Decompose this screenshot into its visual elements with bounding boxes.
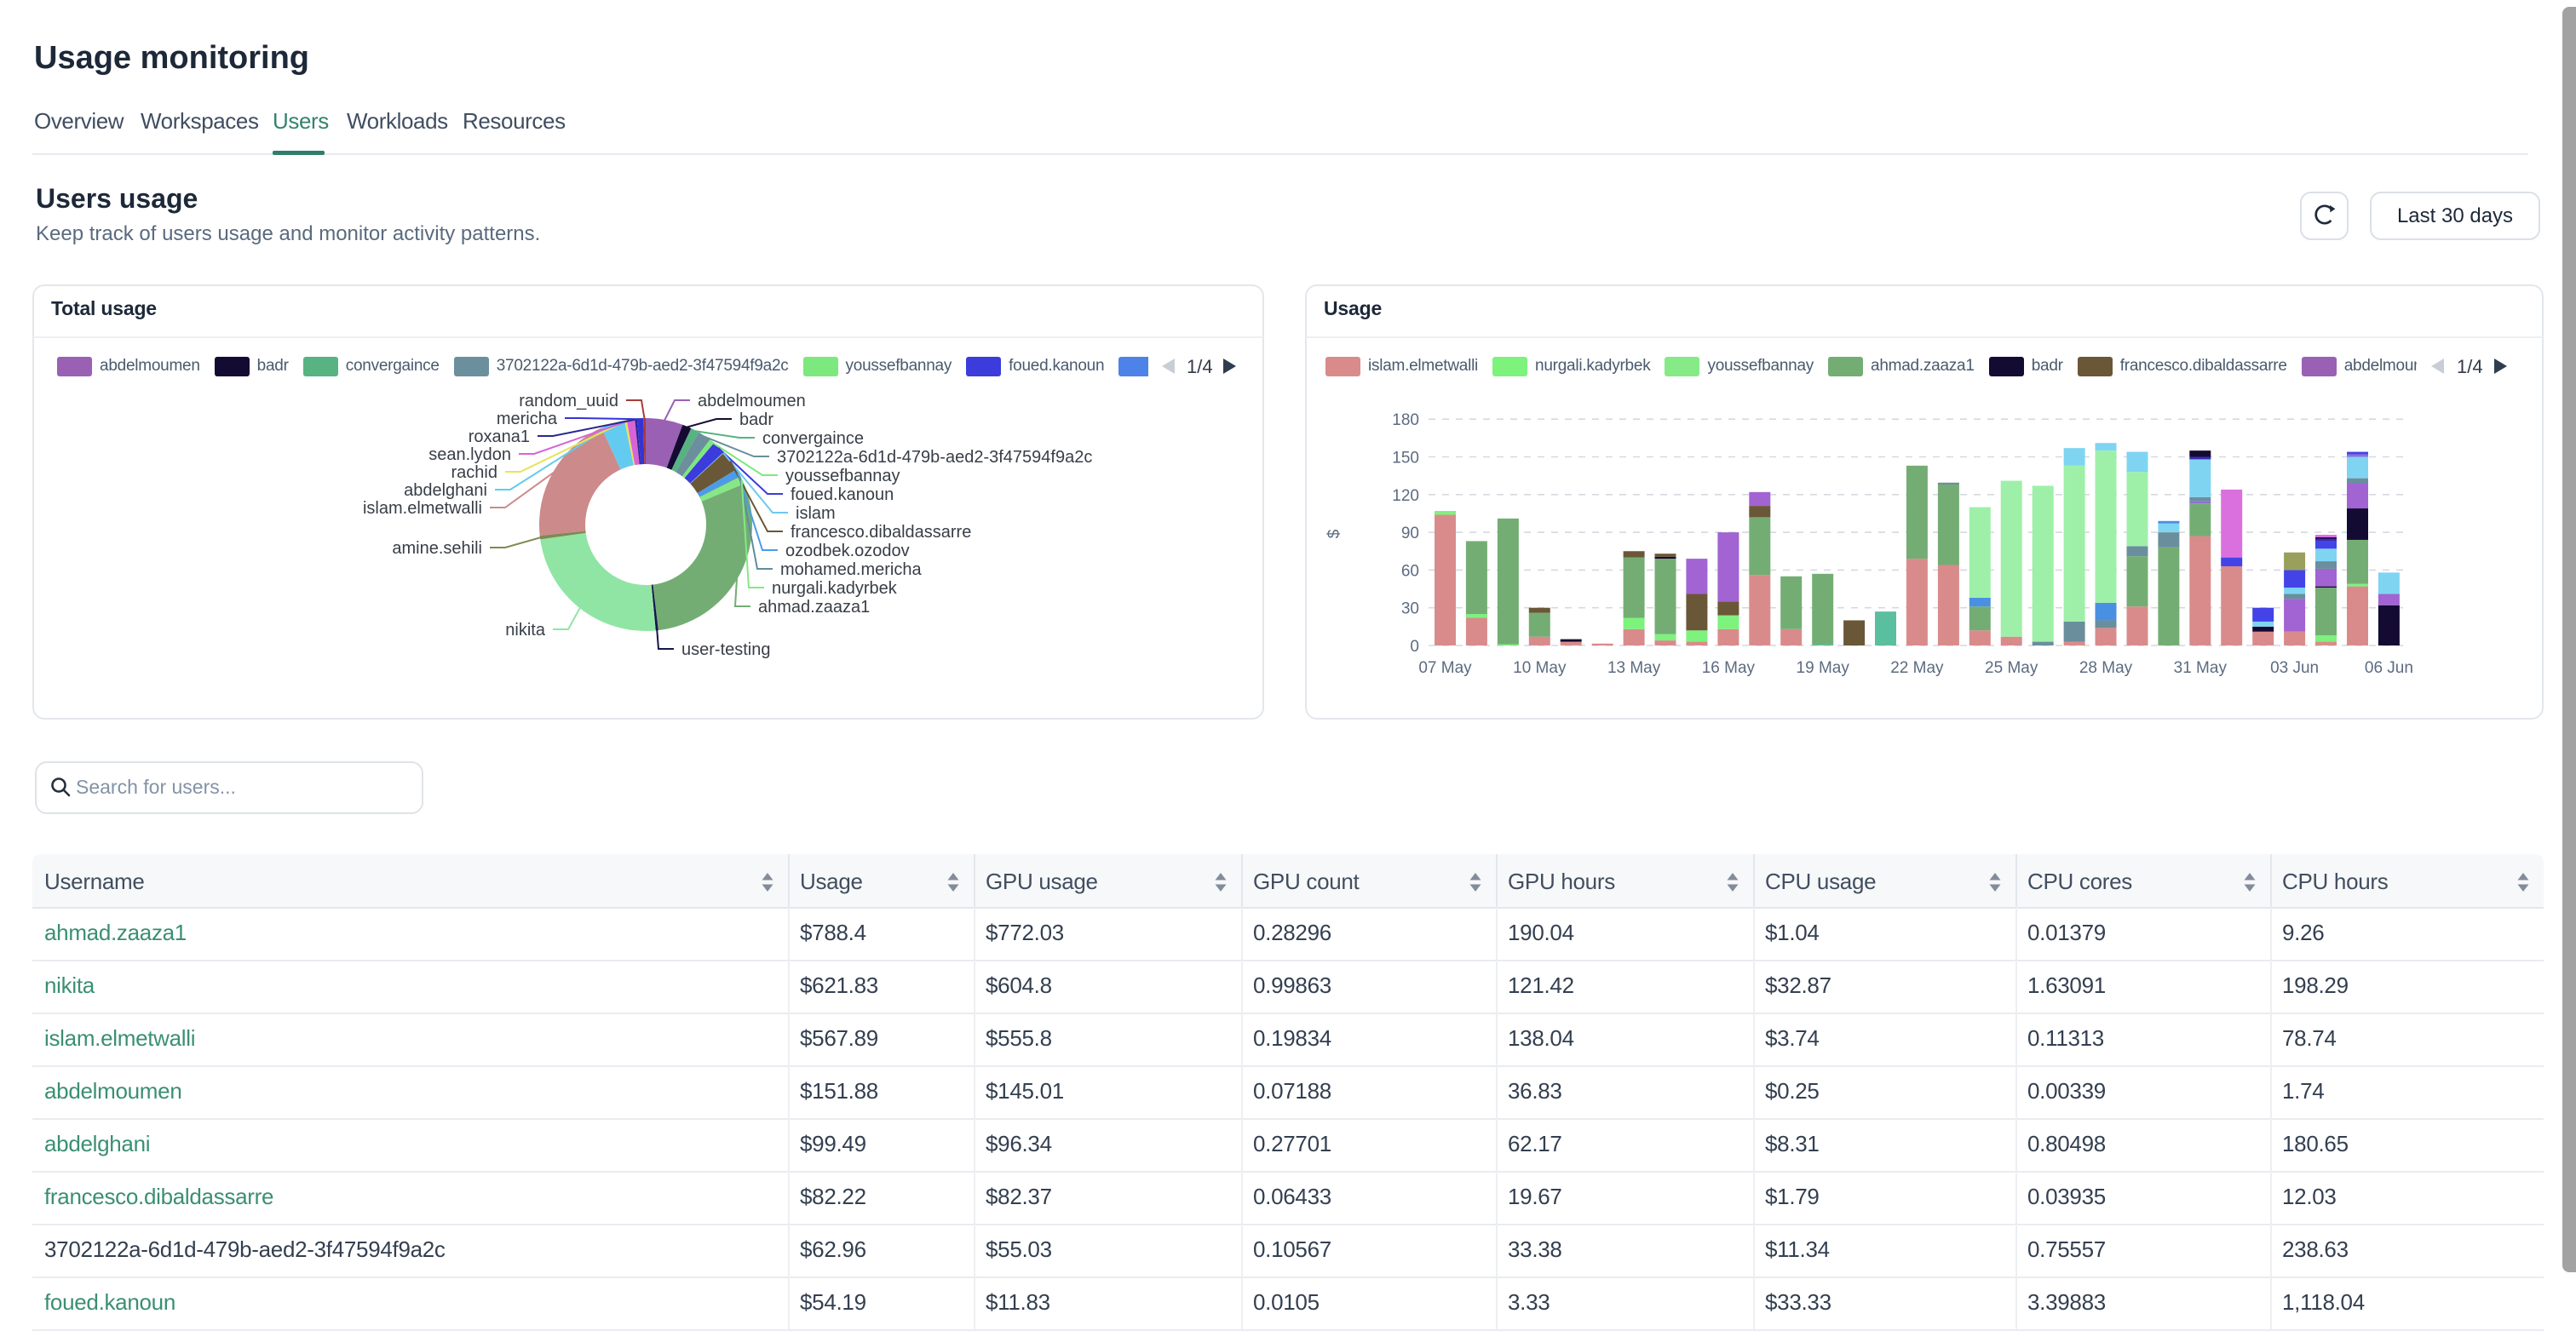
svg-text:180: 180 [1392, 411, 1419, 429]
svg-text:31 May: 31 May [2174, 659, 2228, 677]
svg-text:120: 120 [1392, 487, 1419, 505]
svg-text:16 May: 16 May [1702, 659, 1756, 677]
svg-text:06 Jun: 06 Jun [2365, 659, 2413, 677]
svg-text:03 Jun: 03 Jun [2270, 659, 2319, 677]
svg-text:25 May: 25 May [1985, 659, 2038, 677]
svg-text:$: $ [1325, 529, 1343, 538]
svg-text:0: 0 [1410, 638, 1419, 656]
svg-text:10 May: 10 May [1513, 659, 1567, 677]
svg-text:22 May: 22 May [1890, 659, 1944, 677]
svg-text:30: 30 [1401, 600, 1419, 618]
svg-text:28 May: 28 May [2079, 659, 2133, 677]
svg-text:19 May: 19 May [1797, 659, 1850, 677]
svg-text:90: 90 [1401, 525, 1419, 542]
svg-text:07 May: 07 May [1418, 659, 1472, 677]
svg-text:13 May: 13 May [1607, 659, 1661, 677]
svg-text:60: 60 [1401, 562, 1419, 580]
svg-text:150: 150 [1392, 450, 1419, 468]
